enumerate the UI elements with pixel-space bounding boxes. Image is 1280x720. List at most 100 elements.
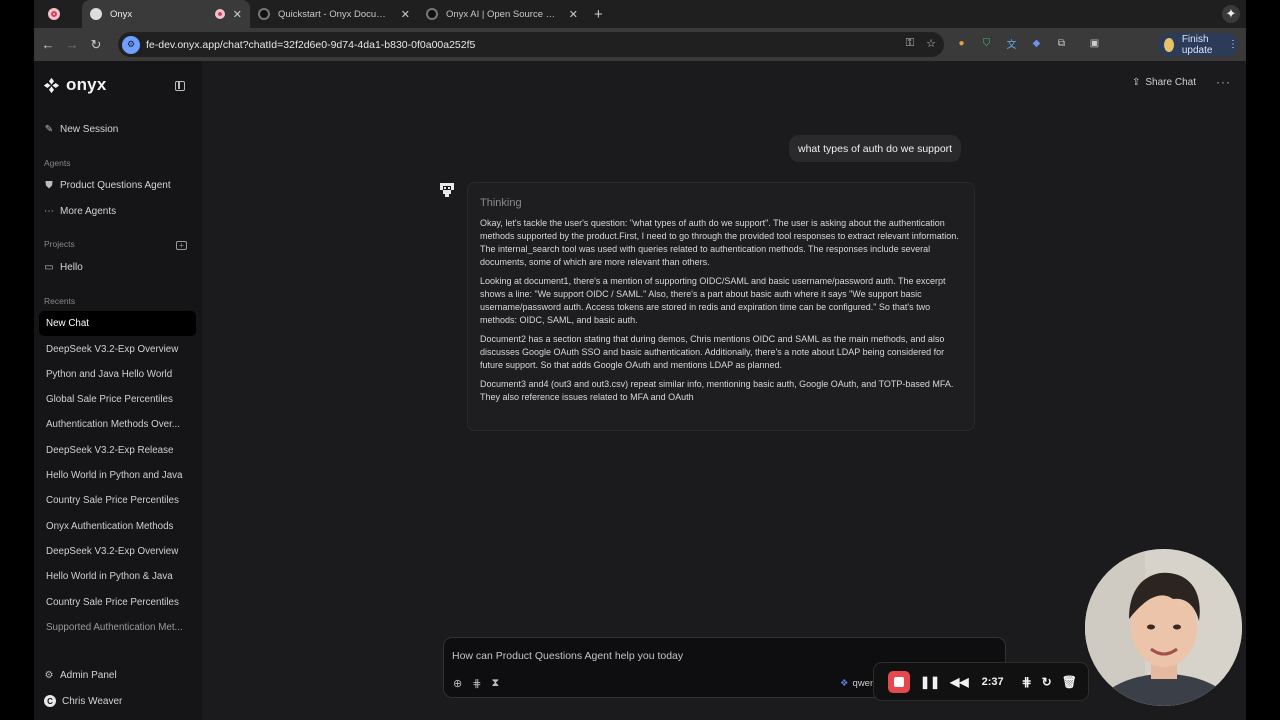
browser-toolbar: ← → ↻ ⚙ fe-dev.onyx.app/chat?chatId=32f2… [34, 28, 1246, 61]
presenter-image [1085, 549, 1242, 706]
pause-icon[interactable]: ❚❚ [920, 675, 940, 689]
user-name: Chris Weaver [62, 695, 123, 707]
user-profile-button[interactable]: C Chris Weaver [44, 695, 122, 707]
address-bar[interactable]: ⚙ fe-dev.onyx.app/chat?chatId=32f2d6e0-9… [118, 32, 944, 57]
onyx-logo[interactable]: onyx [43, 75, 106, 95]
reload-icon[interactable]: ↻ [84, 37, 108, 53]
trash-icon[interactable]: 🗑 [1062, 675, 1077, 689]
recent-chat-item[interactable]: Onyx Authentication Methods [39, 514, 196, 539]
sparkle-icon[interactable]: ✦ [1222, 5, 1240, 23]
recent-chat-item[interactable]: DeepSeek V3.2-Exp Release [39, 438, 196, 463]
new-session-label: New Session [60, 124, 119, 135]
rewind-icon[interactable]: ◀◀ [950, 675, 968, 689]
browser-tab-quickstart[interactable]: Quickstart - Onyx Documentati ✕ [250, 0, 418, 28]
hourglass-icon[interactable]: ⧗ [491, 677, 499, 690]
sidebar-item-more-agents[interactable]: ⋯ More Agents [44, 206, 116, 217]
finish-update-button[interactable]: Finish update ⋮ [1158, 33, 1238, 56]
admin-panel-button[interactable]: ⚙ Admin Panel [44, 670, 117, 681]
record-favicon-icon [48, 8, 60, 20]
bookmark-star-icon[interactable]: ☆ [926, 37, 936, 50]
url-text[interactable]: fe-dev.onyx.app/chat?chatId=32f2d6e0-9d7… [146, 39, 475, 51]
add-project-icon[interactable]: + [176, 241, 187, 250]
thinking-paragraph: Document3 and4 (out3 and out3.csv) repea… [480, 379, 954, 402]
extension-translate-icon[interactable]: 文 [1004, 36, 1019, 51]
onyx-agent-icon [440, 183, 454, 197]
collapse-sidebar-icon[interactable] [175, 81, 185, 91]
profile-avatar-icon [1164, 37, 1174, 52]
more-options-icon[interactable]: ··· [1216, 75, 1231, 89]
add-attachment-icon[interactable]: ⊕ [453, 677, 462, 690]
settings-sliders-icon[interactable]: ⋕ [472, 677, 481, 690]
projects-heading: Projects [44, 239, 75, 249]
avatar: C [44, 695, 56, 707]
edit-icon: ✎ [44, 124, 54, 135]
model-selector[interactable]: ❖ qwen [840, 678, 875, 689]
recent-chat-item[interactable]: Python and Java Hello World [39, 362, 196, 387]
onyx-favicon-icon [90, 8, 102, 20]
puzzle-icon[interactable]: ⧉ [1054, 36, 1069, 51]
share-icon: ⇪ [1132, 77, 1141, 88]
key-icon[interactable]: ⚿ [906, 37, 914, 50]
recents-heading: Recents [44, 296, 76, 306]
project-label: Hello [60, 262, 83, 273]
finish-update-label: Finish update [1181, 33, 1213, 56]
folder-icon: ▭ [44, 262, 54, 273]
recent-chat-item[interactable]: Hello World in Python & Java [39, 564, 196, 589]
close-tab-icon[interactable]: ✕ [401, 8, 410, 21]
forward-icon[interactable]: → [60, 37, 84, 52]
site-info-icon[interactable]: ⚙ [122, 35, 140, 54]
restart-icon[interactable]: ↻ [1042, 675, 1052, 689]
recent-chat-item[interactable]: Authentication Methods Over... [39, 412, 196, 437]
recent-chat-item[interactable]: Hello World in Python and Java [39, 463, 196, 488]
tab-title: Onyx AI | Open Source Enterp [446, 8, 561, 20]
thinking-paragraph: Looking at document1, there's a mention … [480, 276, 946, 325]
thinking-title: Thinking [480, 197, 522, 209]
extension-orange-icon[interactable]: ● [954, 36, 969, 51]
close-tab-icon[interactable]: ✕ [233, 8, 242, 21]
sidebar-item-product-questions-agent[interactable]: ⛊ Product Questions Agent [44, 180, 170, 191]
back-icon[interactable]: ← [36, 37, 60, 52]
sidebar-fade [34, 648, 202, 660]
chat-input[interactable] [452, 648, 872, 664]
grid-icon[interactable]: ⋕ [1022, 675, 1032, 689]
recent-chat-item[interactable]: Country Sale Price Percentiles [39, 488, 196, 513]
shield-icon[interactable]: ⛉ [979, 36, 994, 51]
extensions-area: ● ⛉ 文 ◆ ⧉ ▣ [954, 36, 1102, 51]
pinned-tab[interactable] [34, 0, 82, 28]
browser-tab-strip: Onyx ✕ Quickstart - Onyx Documentati ✕ O… [34, 0, 1246, 28]
recent-chat-item[interactable]: New Chat [39, 311, 196, 336]
stop-recording-button[interactable] [888, 670, 910, 693]
new-tab-icon[interactable]: + [594, 6, 603, 23]
share-chat-button[interactable]: ⇪ Share Chat [1132, 77, 1196, 88]
webcam-bubble[interactable] [1085, 549, 1242, 706]
onyx-favicon-icon [426, 8, 438, 20]
onyx-app: onyx ✎ New Session Agents ⛊ Product Ques… [34, 61, 1246, 720]
recent-chat-item[interactable]: DeepSeek V3.2-Exp Overview [39, 337, 196, 362]
kebab-menu-icon: ⋮ [1228, 39, 1238, 50]
agents-heading: Agents [44, 158, 71, 168]
sidebar: onyx ✎ New Session Agents ⛊ Product Ques… [34, 61, 202, 720]
thinking-paragraph: Document2 has a section stating that dur… [480, 334, 945, 370]
browser-tab-onyx[interactable]: Onyx ✕ [82, 0, 250, 28]
side-panel-icon[interactable]: ▣ [1087, 36, 1102, 51]
browser-tab-onyx-ai[interactable]: Onyx AI | Open Source Enterp ✕ [418, 0, 586, 28]
onyx-agent-icon: ⛊ [45, 180, 53, 191]
gear-icon: ⚙ [44, 670, 54, 681]
recent-chat-item[interactable]: DeepSeek V3.2-Exp Overview [39, 539, 196, 564]
sidebar-item-project-hello[interactable]: ▭ Hello [44, 262, 83, 273]
thinking-panel[interactable]: Thinking Okay, let's tackle the user's q… [467, 182, 975, 431]
tab-title: Quickstart - Onyx Documentati [278, 8, 393, 20]
agent-label: More Agents [60, 206, 117, 217]
onyx-logo-icon [43, 77, 60, 93]
model-label: qwen [852, 678, 876, 689]
extension-blue-icon[interactable]: ◆ [1029, 36, 1044, 51]
admin-panel-label: Admin Panel [60, 670, 117, 681]
recording-indicator-icon [214, 9, 225, 19]
recent-chat-item[interactable]: Supported Authentication Met... [39, 615, 196, 640]
user-message: what types of auth do we support [789, 135, 962, 162]
recent-chat-item[interactable]: Global Sale Price Percentiles [39, 387, 196, 412]
close-tab-icon[interactable]: ✕ [569, 8, 578, 21]
new-session-button[interactable]: ✎ New Session [44, 124, 119, 135]
tab-title: Onyx [110, 8, 133, 20]
recent-chat-item[interactable]: Country Sale Price Percentiles [39, 590, 196, 615]
